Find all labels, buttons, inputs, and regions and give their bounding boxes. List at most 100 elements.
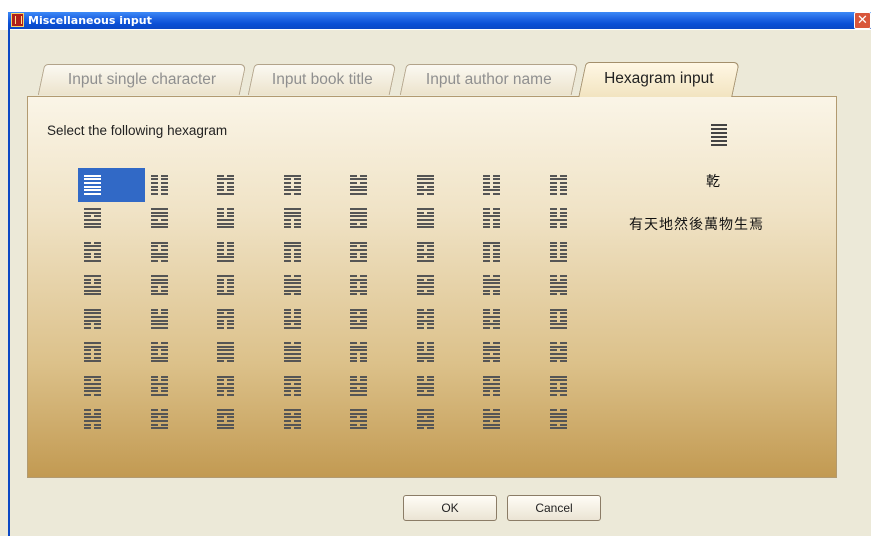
tab-single-character[interactable]: Input single character bbox=[37, 64, 247, 95]
hexagram-cell[interactable] bbox=[544, 336, 611, 370]
hexagram-icon bbox=[84, 409, 101, 430]
tab-author-name[interactable]: Input author name bbox=[399, 64, 579, 95]
hexagram-icon bbox=[483, 275, 500, 296]
hexagram-cell[interactable] bbox=[145, 302, 212, 336]
hexagram-cell[interactable] bbox=[78, 403, 145, 437]
hexagram-cell[interactable] bbox=[278, 202, 345, 236]
hexagram-cell[interactable] bbox=[477, 369, 544, 403]
title-bar[interactable]: Miscellaneous input ✕ bbox=[0, 0, 871, 30]
hexagram-icon bbox=[150, 308, 168, 329]
cancel-button[interactable]: Cancel bbox=[507, 495, 601, 521]
hexagram-cell[interactable] bbox=[145, 403, 212, 437]
hexagram-cell[interactable] bbox=[411, 336, 478, 370]
hexagram-icon bbox=[217, 208, 234, 229]
tab-hexagram-input[interactable]: Hexagram input bbox=[578, 62, 740, 97]
hexagram-cell[interactable] bbox=[211, 168, 278, 202]
title-strip[interactable]: Miscellaneous input ✕ bbox=[8, 12, 871, 29]
hexagram-cell[interactable] bbox=[78, 269, 145, 303]
hexagram-icon bbox=[350, 275, 367, 296]
hexagram-cell[interactable] bbox=[278, 168, 345, 202]
hexagram-cell[interactable] bbox=[211, 269, 278, 303]
hexagram-icon bbox=[416, 208, 434, 229]
hexagram-cell[interactable] bbox=[477, 202, 544, 236]
hexagram-icon bbox=[416, 275, 434, 296]
hexagram-cell[interactable] bbox=[411, 403, 478, 437]
hexagram-cell[interactable] bbox=[477, 168, 544, 202]
hexagram-cell[interactable] bbox=[211, 235, 278, 269]
hexagram-icon bbox=[84, 174, 101, 195]
hexagram-icon bbox=[150, 342, 168, 363]
hexagram-icon bbox=[283, 308, 301, 329]
hexagram-cell[interactable] bbox=[78, 302, 145, 336]
hexagram-cell[interactable] bbox=[145, 202, 212, 236]
hexagram-cell[interactable] bbox=[278, 269, 345, 303]
hexagram-cell[interactable] bbox=[344, 269, 411, 303]
hexagram-icon bbox=[150, 375, 168, 396]
hexagram-cell[interactable] bbox=[344, 302, 411, 336]
hexagram-cell[interactable] bbox=[344, 369, 411, 403]
hexagram-icon bbox=[283, 208, 301, 229]
hexagram-cell[interactable] bbox=[344, 202, 411, 236]
hexagram-icon bbox=[416, 409, 434, 430]
hexagram-cell[interactable] bbox=[411, 369, 478, 403]
hexagram-cell[interactable] bbox=[544, 269, 611, 303]
hexagram-cell[interactable] bbox=[544, 168, 611, 202]
hexagram-icon bbox=[549, 308, 567, 329]
hexagram-cell[interactable] bbox=[411, 168, 478, 202]
hexagram-cell[interactable] bbox=[411, 202, 478, 236]
hexagram-cell[interactable] bbox=[78, 336, 145, 370]
hexagram-description: 有天地然後萬物生焉 bbox=[629, 217, 764, 233]
hexagram-cell[interactable] bbox=[211, 336, 278, 370]
hexagram-icon bbox=[217, 174, 234, 195]
hexagram-cell[interactable] bbox=[544, 403, 611, 437]
tab-book-title[interactable]: Input book title bbox=[247, 64, 397, 95]
hexagram-cell[interactable] bbox=[544, 369, 611, 403]
hexagram-cell[interactable] bbox=[145, 269, 212, 303]
hexagram-cell[interactable] bbox=[145, 336, 212, 370]
hexagram-cell[interactable] bbox=[211, 403, 278, 437]
hexagram-cell[interactable] bbox=[477, 235, 544, 269]
hexagram-icon bbox=[283, 275, 301, 296]
hexagram-cell[interactable] bbox=[78, 168, 145, 202]
hexagram-cell[interactable] bbox=[145, 369, 212, 403]
hexagram-cell[interactable] bbox=[145, 235, 212, 269]
hexagram-icon bbox=[416, 375, 434, 396]
hexagram-icon bbox=[549, 375, 567, 396]
hexagram-cell[interactable] bbox=[278, 302, 345, 336]
hexagram-cell[interactable] bbox=[344, 336, 411, 370]
hexagram-icon bbox=[217, 342, 234, 363]
close-button[interactable]: ✕ bbox=[854, 12, 871, 29]
hexagram-cell[interactable] bbox=[78, 369, 145, 403]
ok-button[interactable]: OK bbox=[403, 495, 497, 521]
hexagram-cell[interactable] bbox=[211, 369, 278, 403]
hexagram-icon bbox=[350, 308, 367, 329]
hexagram-cell[interactable] bbox=[544, 202, 611, 236]
hexagram-cell[interactable] bbox=[544, 302, 611, 336]
hexagram-cell[interactable] bbox=[278, 403, 345, 437]
hexagram-cell[interactable] bbox=[211, 202, 278, 236]
hexagram-cell[interactable] bbox=[145, 168, 212, 202]
hexagram-cell[interactable] bbox=[477, 403, 544, 437]
hexagram-icon bbox=[84, 342, 101, 363]
hexagram-cell[interactable] bbox=[544, 235, 611, 269]
hexagram-icon bbox=[483, 342, 500, 363]
hexagram-cell[interactable] bbox=[477, 336, 544, 370]
hexagram-cell[interactable] bbox=[344, 235, 411, 269]
hexagram-icon bbox=[283, 375, 301, 396]
hexagram-cell[interactable] bbox=[411, 269, 478, 303]
hexagram-icon bbox=[483, 308, 500, 329]
hexagram-icon bbox=[350, 409, 367, 430]
hexagram-cell[interactable] bbox=[78, 235, 145, 269]
hexagram-cell[interactable] bbox=[411, 235, 478, 269]
hexagram-cell[interactable] bbox=[211, 302, 278, 336]
hexagram-cell[interactable] bbox=[477, 302, 544, 336]
hexagram-cell[interactable] bbox=[344, 403, 411, 437]
hexagram-cell[interactable] bbox=[278, 369, 345, 403]
hexagram-cell[interactable] bbox=[477, 269, 544, 303]
hexagram-cell[interactable] bbox=[278, 336, 345, 370]
hexagram-cell[interactable] bbox=[411, 302, 478, 336]
hexagram-cell[interactable] bbox=[78, 202, 145, 236]
hexagram-cell[interactable] bbox=[278, 235, 345, 269]
hexagram-icon bbox=[84, 308, 101, 329]
hexagram-cell[interactable] bbox=[344, 168, 411, 202]
